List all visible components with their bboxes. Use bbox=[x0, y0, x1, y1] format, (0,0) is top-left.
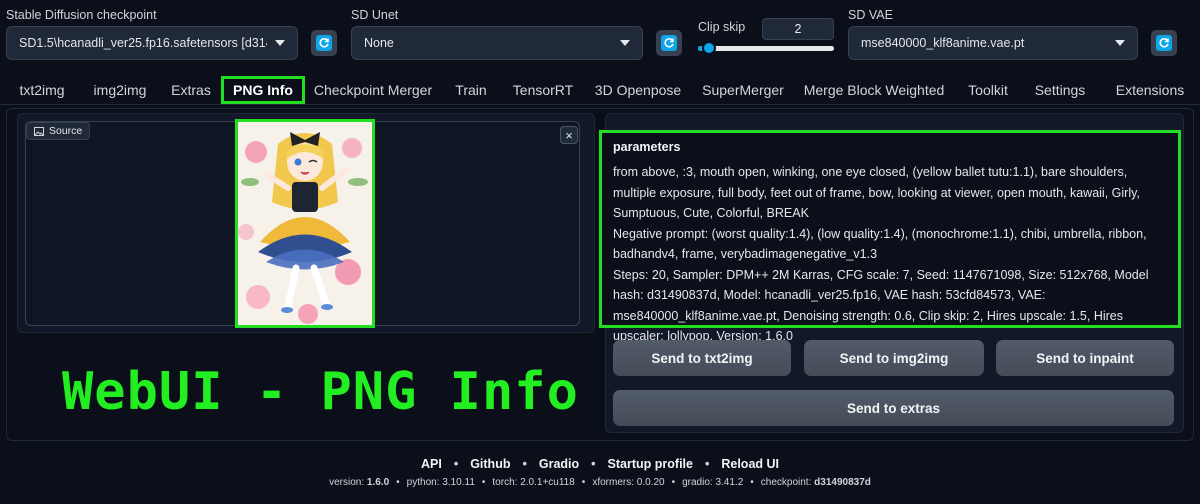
version-label: version: bbox=[329, 477, 365, 488]
footer-version-info: version: 1.6.0 • python: 3.10.11 • torch… bbox=[0, 477, 1200, 488]
version-value: 1.6.0 bbox=[366, 477, 390, 488]
tab-3d-openpose[interactable]: 3D Openpose bbox=[592, 76, 684, 104]
unet-value: None bbox=[364, 36, 394, 50]
chevron-down-icon bbox=[1115, 40, 1125, 46]
refresh-icon bbox=[1156, 35, 1172, 51]
prompt-text: from above, :3, mouth open, winking, one… bbox=[613, 165, 1140, 220]
parameters-heading: parameters bbox=[613, 140, 681, 154]
unet-dropdown[interactable]: None bbox=[351, 26, 643, 60]
footer-separator: • bbox=[704, 457, 710, 471]
gradio-label: gradio: bbox=[682, 477, 713, 488]
negative-prompt-text: Negative prompt: (worst quality:1.4), (l… bbox=[613, 226, 1147, 262]
footer-link-github[interactable]: Github bbox=[470, 457, 510, 471]
tab-checkpoint-merger[interactable]: Checkpoint Merger bbox=[312, 76, 434, 104]
refresh-icon bbox=[661, 35, 677, 51]
footer-separator: • bbox=[453, 457, 459, 471]
vae-dropdown[interactable]: mse840000_klf8anime.vae.pt bbox=[848, 26, 1138, 60]
footer-link-reload-ui[interactable]: Reload UI bbox=[721, 457, 779, 471]
parameters-output: parameters from above, :3, mouth open, w… bbox=[599, 130, 1181, 343]
footer-separator: • bbox=[581, 477, 586, 488]
clip-skip-input[interactable]: 2 bbox=[762, 18, 834, 40]
tab-divider bbox=[0, 104, 1200, 105]
python-value: 3.10.11 bbox=[442, 477, 475, 488]
xformers-label: xformers: bbox=[592, 477, 634, 488]
footer-separator: • bbox=[396, 477, 400, 488]
footer-separator: • bbox=[481, 477, 486, 488]
clip-skip-slider-handle[interactable] bbox=[702, 41, 716, 55]
refresh-icon bbox=[316, 35, 332, 51]
anime-girl-illustration bbox=[238, 122, 372, 325]
tab-txt2img[interactable]: txt2img bbox=[8, 76, 76, 104]
tab-train[interactable]: Train bbox=[448, 76, 494, 104]
checkpoint-hash-label: checkpoint: bbox=[760, 477, 812, 488]
torch-label: torch: bbox=[492, 477, 518, 488]
footer-link-startup-profile[interactable]: Startup profile bbox=[608, 457, 693, 471]
source-label-badge: Source bbox=[26, 122, 91, 140]
unet-refresh-button[interactable] bbox=[656, 30, 682, 56]
generation-settings-text: Steps: 20, Sampler: DPM++ 2M Karras, CFG… bbox=[613, 267, 1149, 344]
footer-separator: • bbox=[522, 457, 527, 471]
footer-separator: • bbox=[671, 477, 676, 488]
tab-bar: txt2img img2img Extras PNG Info Checkpoi… bbox=[0, 76, 1200, 104]
tab-supermerger[interactable]: SuperMerger bbox=[698, 76, 788, 104]
send-to-inpaint-button[interactable]: Send to inpaint bbox=[996, 340, 1174, 376]
footer-separator: • bbox=[750, 477, 754, 488]
send-to-txt2img-button[interactable]: Send to txt2img bbox=[613, 340, 791, 376]
tab-merge-block-weighted[interactable]: Merge Block Weighted bbox=[802, 76, 946, 104]
unet-label: SD Unet bbox=[351, 8, 399, 22]
footer-separator: • bbox=[591, 457, 596, 471]
image-icon bbox=[34, 126, 44, 136]
clip-skip-slider[interactable] bbox=[698, 41, 834, 55]
tab-png-info[interactable]: PNG Info bbox=[221, 76, 305, 104]
chevron-down-icon bbox=[620, 40, 630, 46]
tab-extras[interactable]: Extras bbox=[164, 76, 218, 104]
footer-link-api[interactable]: API bbox=[421, 457, 442, 471]
send-to-img2img-button[interactable]: Send to img2img bbox=[804, 340, 984, 376]
vae-value: mse840000_klf8anime.vae.pt bbox=[861, 36, 1025, 50]
tab-img2img[interactable]: img2img bbox=[84, 76, 156, 104]
xformers-value: 0.0.20 bbox=[636, 477, 665, 488]
tab-toolkit[interactable]: Toolkit bbox=[960, 76, 1016, 104]
clip-skip-label: Clip skip bbox=[698, 20, 746, 34]
checkpoint-value: SD1.5\hcanadli_ver25.fp16.safetensors [d… bbox=[19, 36, 267, 50]
torch-value: 2.0.1+cu118 bbox=[520, 477, 575, 488]
checkpoint-label: Stable Diffusion checkpoint bbox=[6, 8, 157, 22]
overlay-title: WebUI - PNG Info bbox=[62, 362, 579, 422]
vae-label: SD VAE bbox=[848, 8, 893, 22]
footer-links: API • Github • Gradio • Startup profile … bbox=[0, 457, 1200, 471]
tab-settings[interactable]: Settings bbox=[1028, 76, 1092, 104]
source-label: Source bbox=[49, 125, 83, 137]
python-label: python: bbox=[406, 477, 440, 488]
checkpoint-dropdown[interactable]: SD1.5\hcanadli_ver25.fp16.safetensors [d… bbox=[6, 26, 298, 60]
vae-refresh-button[interactable] bbox=[1151, 30, 1177, 56]
send-to-extras-button[interactable]: Send to extras bbox=[613, 390, 1174, 426]
close-icon[interactable]: × bbox=[560, 126, 578, 144]
checkpoint-refresh-button[interactable] bbox=[311, 30, 337, 56]
uploaded-image bbox=[235, 119, 375, 328]
chevron-down-icon bbox=[275, 40, 285, 46]
footer-link-gradio[interactable]: Gradio bbox=[539, 457, 579, 471]
tab-tensorrt[interactable]: TensorRT bbox=[508, 76, 578, 104]
gradio-value: 3.41.2 bbox=[715, 477, 744, 488]
checkpoint-hash-value: d31490837d bbox=[814, 477, 871, 488]
source-panel: Source × bbox=[17, 113, 595, 333]
tab-extensions[interactable]: Extensions bbox=[1106, 76, 1194, 104]
